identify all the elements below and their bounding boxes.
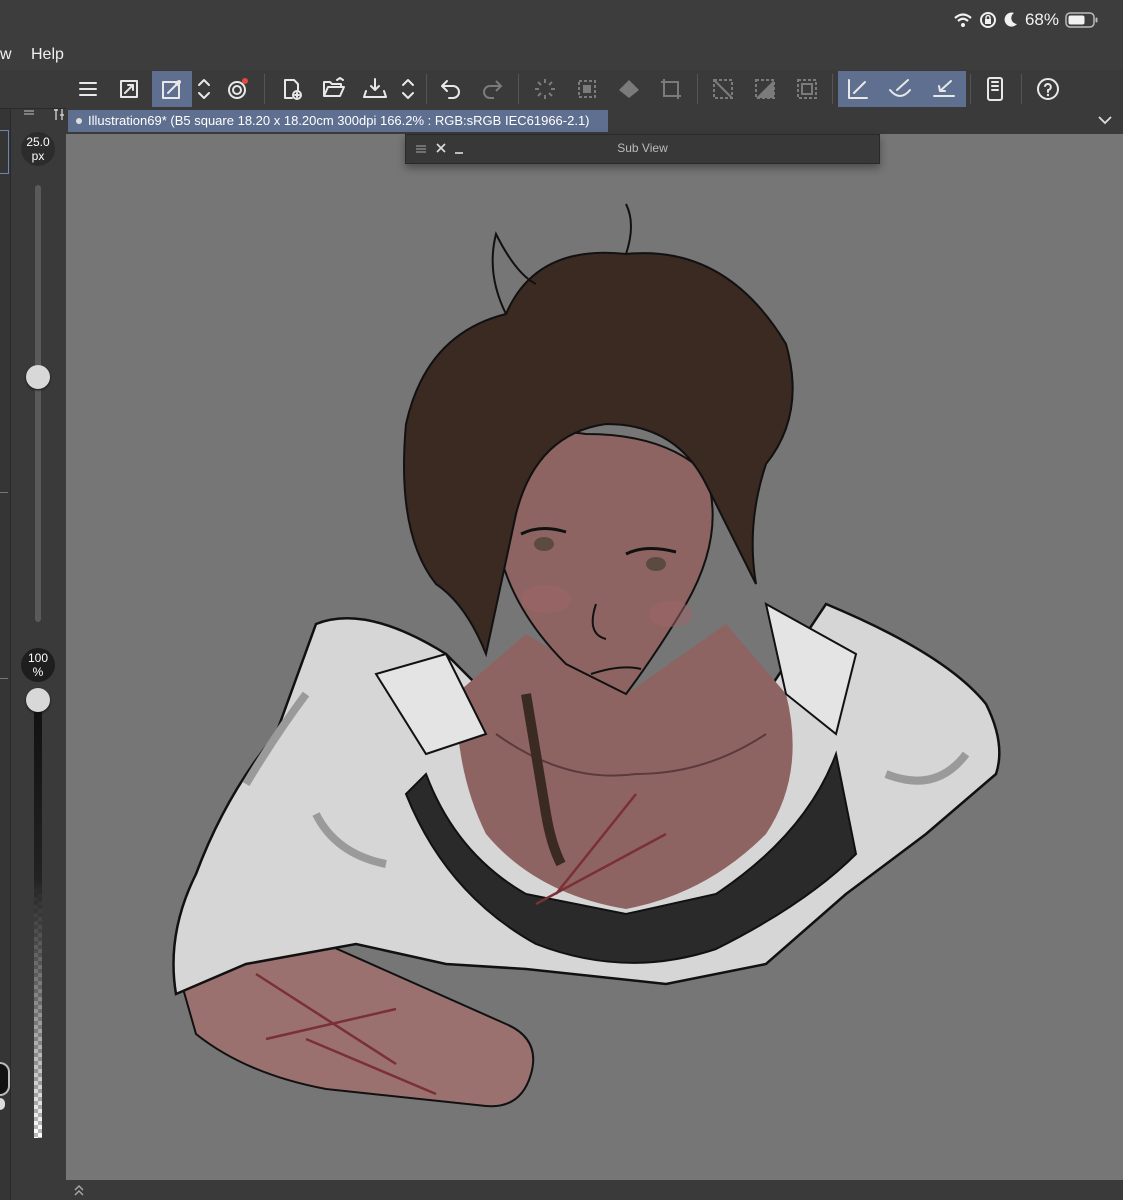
stepper-icon — [402, 79, 414, 99]
color-circle[interactable] — [0, 1062, 10, 1096]
opacity-knob[interactable] — [26, 688, 50, 712]
eyedropper-icon — [162, 80, 181, 99]
border-button[interactable] — [787, 71, 827, 107]
redo-icon — [483, 80, 503, 99]
sub-view-panel[interactable]: Sub View — [405, 134, 880, 164]
transform-button[interactable] — [651, 71, 691, 107]
invert-selection-button[interactable] — [745, 71, 785, 107]
help-icon — [1037, 78, 1059, 100]
stepper-icon — [198, 79, 210, 99]
sub-view-title: Sub View — [617, 141, 668, 155]
brush-tool-button[interactable] — [880, 71, 920, 107]
menu-item-help[interactable]: Help — [31, 46, 64, 64]
document-tab-title: Illustration69* (B5 square 18.20 x 18.20… — [88, 113, 590, 128]
opacity-badge[interactable]: 100 % — [21, 648, 55, 682]
rotate-button[interactable] — [218, 71, 258, 107]
fill-button[interactable] — [609, 71, 649, 107]
rotation-lock-icon — [979, 12, 996, 28]
toolbar-separator — [1021, 74, 1022, 104]
save-button[interactable] — [355, 71, 395, 107]
new-file-button[interactable] — [272, 71, 312, 107]
collapsed-panel-strip[interactable] — [0, 70, 11, 1200]
document-tab[interactable]: Illustration69* (B5 square 18.20 x 18.20… — [68, 110, 608, 132]
device-button[interactable] — [975, 71, 1015, 107]
fill-icon — [619, 80, 639, 98]
brush-size-unit: px — [31, 149, 45, 163]
toolbar-separator — [832, 74, 833, 104]
pen-tool-icon — [848, 79, 868, 99]
open-folder-icon — [323, 77, 345, 97]
battery-percent: 68% — [1024, 10, 1059, 29]
transform-icon — [661, 79, 681, 99]
invert-icon — [755, 79, 775, 99]
toolbar-separator — [264, 74, 265, 104]
brush-size-badge[interactable]: 25.0 px — [21, 132, 55, 166]
canvas-status-bar — [66, 1180, 1123, 1200]
brush-tool-icon — [889, 79, 911, 97]
fit-window-button[interactable] — [109, 71, 149, 107]
wifi-icon — [954, 13, 972, 27]
brush-size-value: 25.0 — [26, 135, 50, 149]
save-icon — [363, 78, 387, 98]
undo-button[interactable] — [431, 71, 471, 107]
new-file-icon — [284, 79, 302, 100]
panel-tick — [0, 492, 8, 493]
opacity-unit: % — [32, 665, 44, 679]
select-all-icon — [578, 80, 596, 98]
battery-icon — [1065, 12, 1098, 28]
panel-tick — [0, 678, 8, 679]
chevron-down-icon[interactable] — [1096, 113, 1114, 127]
menu-icon — [79, 82, 97, 96]
opacity-value: 100 — [27, 651, 49, 665]
toolbar-separator — [518, 74, 519, 104]
pen-tool-button[interactable] — [838, 71, 878, 107]
deselect-icon — [713, 79, 733, 99]
stepper-button[interactable] — [190, 71, 218, 107]
toolbar-separator — [697, 74, 698, 104]
toolbar-separator — [970, 74, 971, 104]
menu-button[interactable] — [68, 71, 108, 107]
illustration — [172, 203, 1001, 1108]
eyedropper-button[interactable] — [152, 71, 192, 107]
brush-size-knob[interactable] — [26, 365, 50, 389]
fit-window-icon — [120, 80, 138, 98]
redo-button[interactable] — [472, 71, 512, 107]
brush-size-slider[interactable] — [35, 185, 41, 622]
unsaved-dot-icon — [76, 118, 82, 124]
undo-icon — [441, 80, 460, 99]
menu-item-window[interactable]: w — [0, 46, 12, 64]
help-button[interactable] — [1028, 71, 1068, 107]
open-button[interactable] — [314, 71, 354, 107]
menu-bar: w Help — [0, 40, 1123, 70]
canvas[interactable] — [66, 134, 1123, 1180]
moon-icon — [1004, 12, 1017, 27]
border-icon — [797, 79, 817, 99]
loading-icon — [535, 79, 555, 99]
chevron-up-icon[interactable] — [72, 1183, 86, 1197]
rotate-icon — [228, 78, 248, 99]
ruler-tool-button[interactable] — [924, 71, 964, 107]
loading-button[interactable] — [525, 71, 565, 107]
stepper-button-2[interactable] — [394, 71, 422, 107]
device-icon — [987, 77, 1003, 101]
status-indicators: 68% — [953, 8, 1099, 32]
ruler-tool-icon — [933, 80, 955, 97]
toolbar-separator — [426, 74, 427, 104]
deselect-button[interactable] — [703, 71, 743, 107]
opacity-slider[interactable] — [34, 705, 42, 1138]
status-bar: 68% — [0, 0, 1123, 40]
panel-edge-highlight — [0, 130, 9, 174]
select-all-button[interactable] — [567, 71, 607, 107]
